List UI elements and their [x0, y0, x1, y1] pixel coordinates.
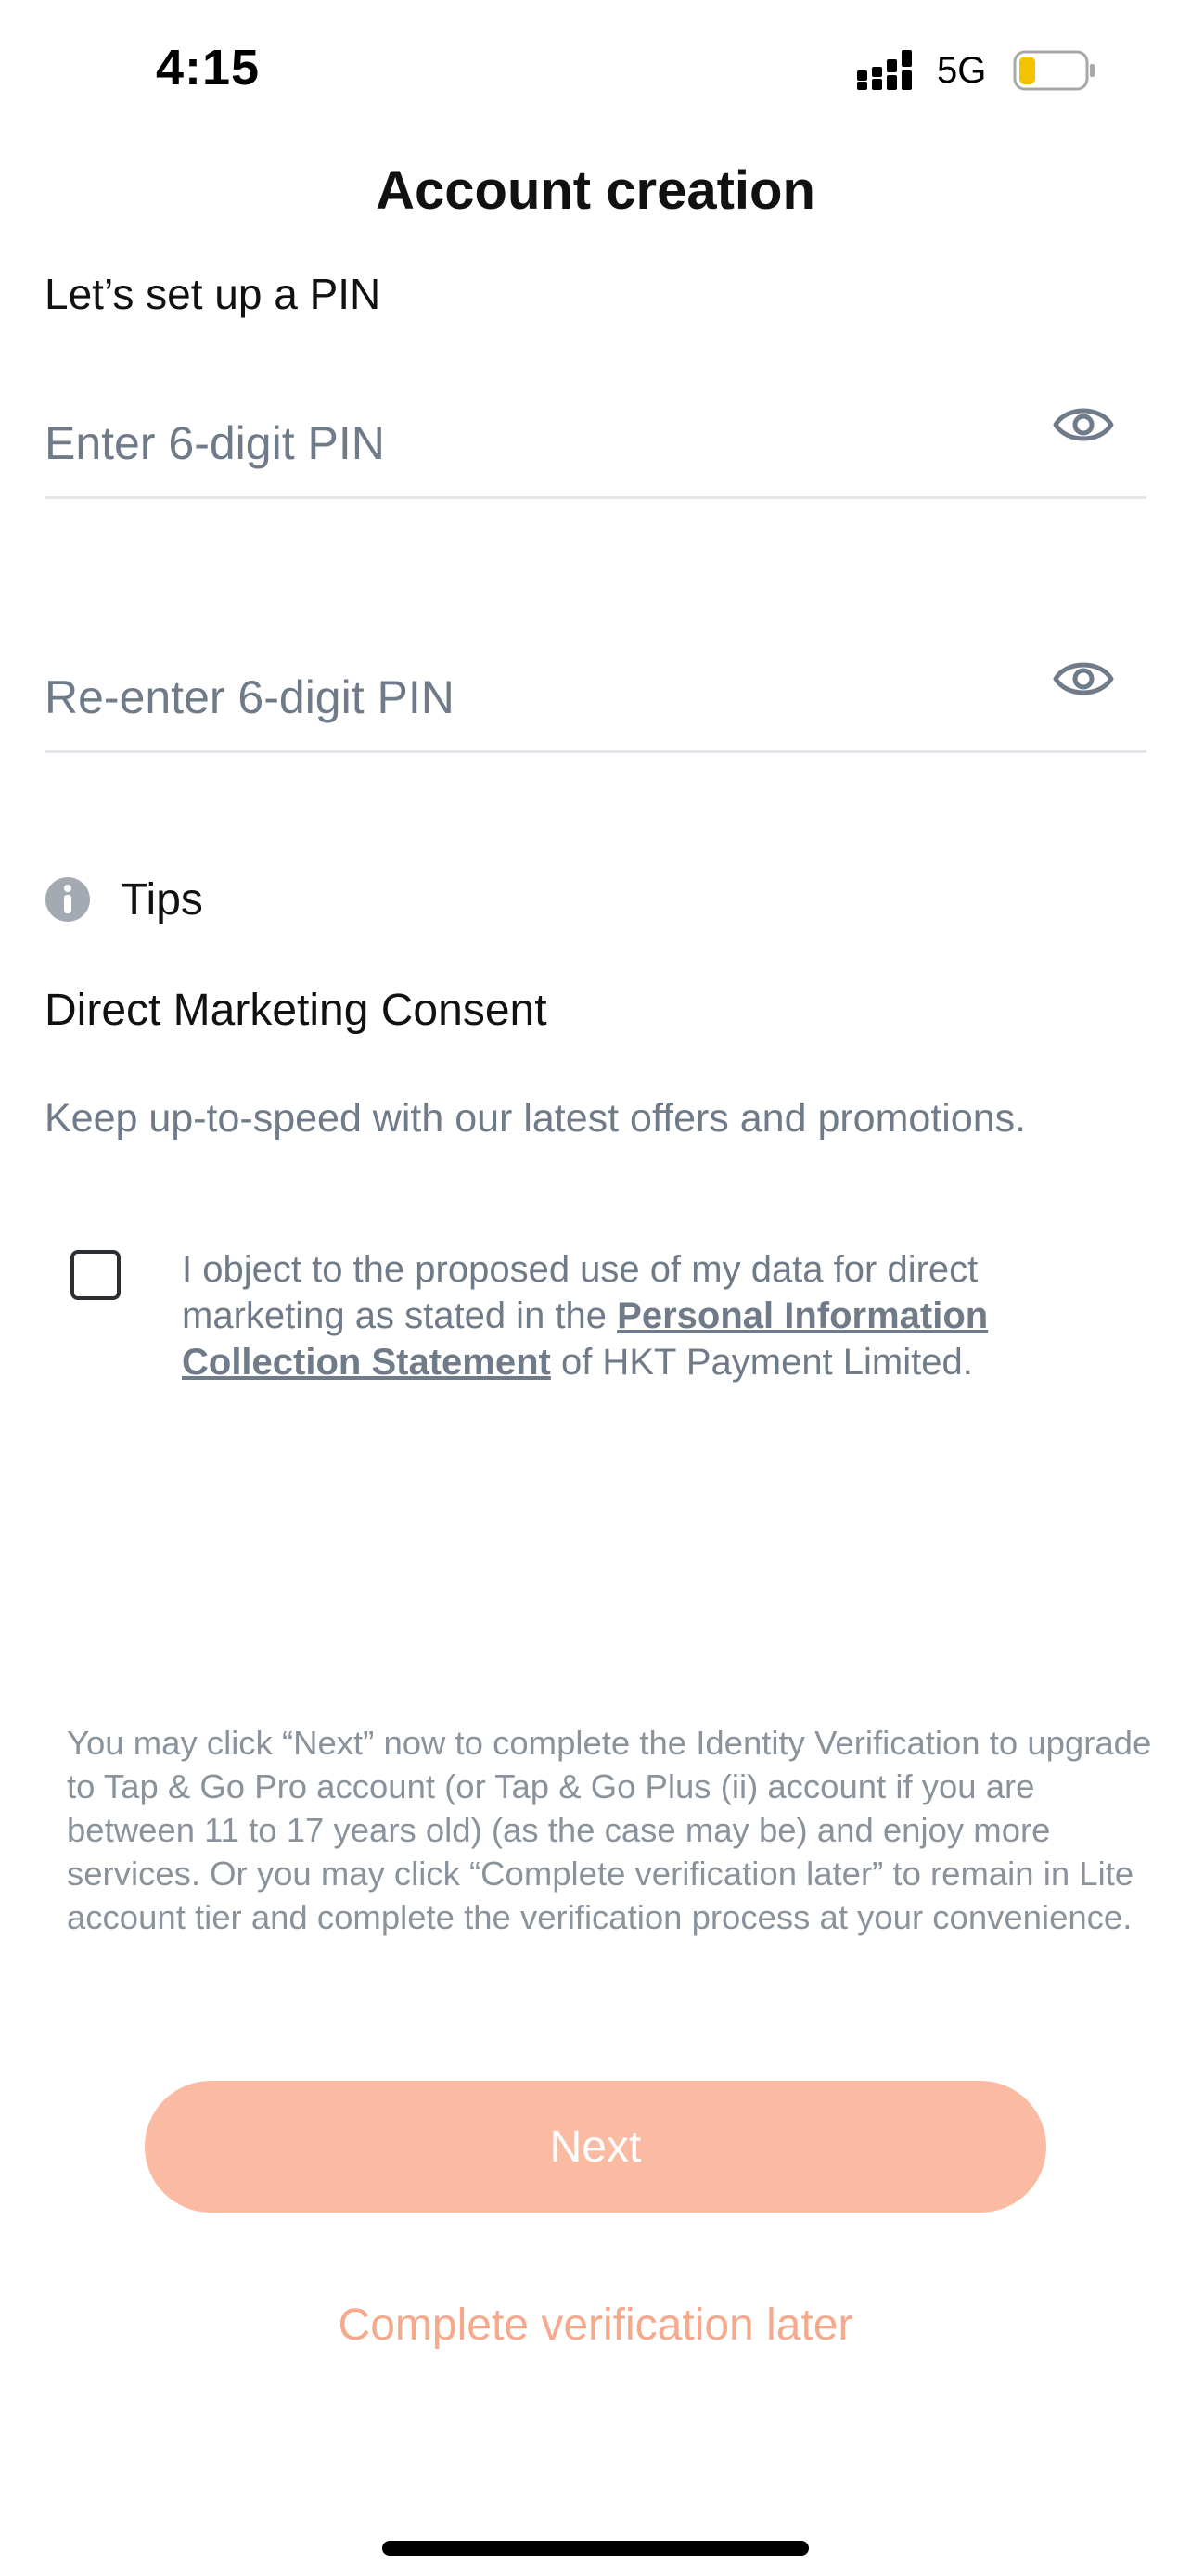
battery-level-fill	[1019, 57, 1035, 84]
consent-suffix: of HKT Payment Limited.	[550, 1342, 973, 1383]
pin-setup-subtitle: Let’s set up a PIN	[45, 270, 381, 318]
verification-info-text: You may click “Next” now to complete the…	[67, 1724, 1152, 1936]
pin-field	[45, 388, 1146, 499]
confirm-pin-field	[45, 642, 1146, 753]
status-time: 4:15	[156, 40, 261, 96]
direct-marketing-heading: Direct Marketing Consent	[45, 986, 547, 1035]
info-icon	[45, 877, 90, 922]
consent-text: I object to the proposed use of my data …	[182, 1246, 1109, 1385]
eye-icon[interactable]	[1050, 651, 1117, 707]
home-indicator[interactable]	[382, 2541, 809, 2556]
tips-label: Tips	[121, 874, 203, 925]
pin-input[interactable]	[45, 406, 1028, 480]
network-type: 5G	[937, 50, 987, 91]
next-button[interactable]: Next	[145, 2081, 1046, 2213]
direct-marketing-checkbox[interactable]	[70, 1250, 121, 1300]
confirm-pin-input[interactable]	[45, 660, 1028, 734]
eye-icon[interactable]	[1050, 397, 1117, 453]
direct-marketing-description: Keep up-to-speed with our latest offers …	[45, 1096, 1027, 1141]
battery-icon	[1013, 50, 1095, 91]
screen: 4:15 5G Account creation Let’s set up a …	[0, 0, 1191, 2576]
tips-row[interactable]: Tips	[45, 872, 203, 927]
signal-strength-icon	[857, 50, 912, 90]
complete-verification-later-link[interactable]: Complete verification later	[0, 2300, 1191, 2351]
page-title: Account creation	[376, 160, 815, 221]
